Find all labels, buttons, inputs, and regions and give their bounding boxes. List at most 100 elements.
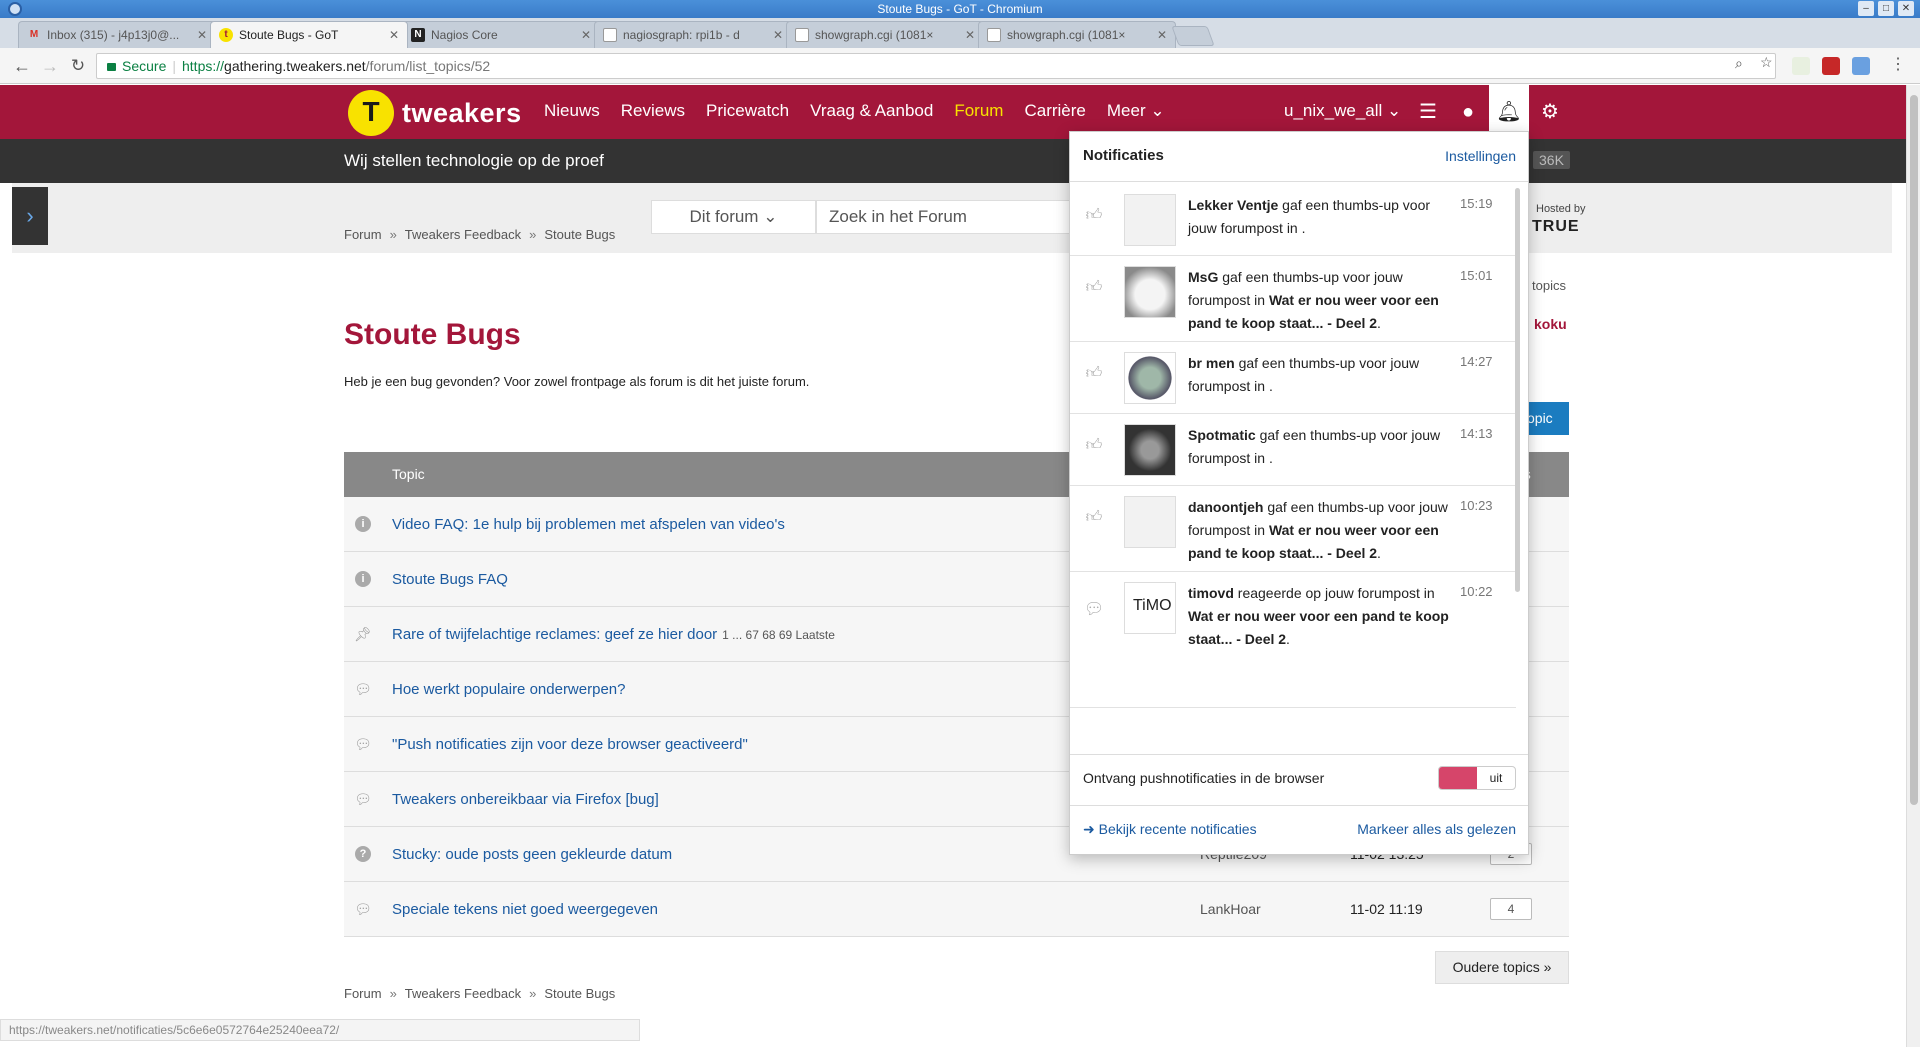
list-icon[interactable]: ☰ <box>1413 97 1443 127</box>
new-topic-button[interactable]: opic <box>1523 402 1569 435</box>
topic-title[interactable]: Hoe werkt populaire onderwerpen? <box>392 681 630 698</box>
table-row[interactable]: 💬︎ Speciale tekens niet goed weergegeven L… <box>344 882 1569 937</box>
older-topics-button[interactable]: Oudere topics » <box>1435 951 1569 984</box>
notification-user[interactable]: br men <box>1188 355 1235 371</box>
close-tab-icon[interactable]: ✕ <box>389 22 399 48</box>
tab-gmail[interactable]: M Inbox (315) - j4p13j0@... ✕ <box>18 21 216 48</box>
topic-title[interactable]: "Push notificaties zijn voor deze browse… <box>392 736 753 753</box>
topic-author[interactable]: LankHoar <box>1200 901 1261 917</box>
breadcrumb-feedback[interactable]: Tweakers Feedback <box>405 227 521 242</box>
tab-showgraph-2[interactable]: showgraph.cgi (1081× ✕ <box>978 21 1176 48</box>
back-icon[interactable]: ← <box>12 56 32 76</box>
notification-item[interactable]: 👍︎ Spotmatic gaf een thumbs-up voor jouw … <box>1070 414 1516 486</box>
topic-title-text[interactable]: "Push notificaties zijn voor deze browse… <box>392 736 748 753</box>
notifications-scrollbar[interactable] <box>1515 188 1520 592</box>
notification-user[interactable]: timovd <box>1188 585 1234 601</box>
user-menu[interactable]: u_nix_we_all ⌄ <box>1284 101 1401 121</box>
nav-nieuws[interactable]: Nieuws <box>544 101 600 121</box>
page-scrollbar-thumb[interactable] <box>1910 95 1918 805</box>
topic-pages[interactable]: 1 ... 67 68 69 Laatste <box>722 628 835 642</box>
nav-carriere[interactable]: Carrière <box>1024 101 1085 121</box>
close-tab-icon[interactable]: ✕ <box>1157 22 1167 48</box>
topic-title[interactable]: Stucky: oude posts geen gekleurde datum <box>392 846 677 863</box>
tab-showgraph-1[interactable]: showgraph.cgi (1081× ✕ <box>786 21 984 48</box>
notification-text[interactable]: danoontjeh gaf een thumbs-up voor jouw f… <box>1188 496 1450 565</box>
notification-user[interactable]: Lekker Ventje <box>1188 197 1278 213</box>
nav-forum[interactable]: Forum <box>954 101 1003 121</box>
breadcrumb-feedback[interactable]: Tweakers Feedback <box>405 986 521 1001</box>
topic-title[interactable]: Rare of twijfelachtige reclames: geef ze… <box>392 626 835 643</box>
close-tab-icon[interactable]: ✕ <box>965 22 975 48</box>
topic-title-text[interactable]: Tweakers onbereikbaar via Firefox [bug] <box>392 791 659 808</box>
sidebar-toggle-chevron-icon[interactable]: › <box>12 187 48 245</box>
notification-user[interactable]: MsG <box>1188 269 1218 285</box>
recent-notifications-link[interactable]: ➜ Bekijk recente notificaties <box>1083 821 1257 838</box>
breadcrumb-forum[interactable]: Forum <box>344 986 382 1001</box>
ublock-icon[interactable] <box>1822 57 1840 75</box>
push-toggle[interactable]: uit <box>1438 766 1516 790</box>
notifications-settings-link[interactable]: Instellingen <box>1445 148 1516 164</box>
zoom-icon[interactable]: ⌕ <box>1735 55 1743 72</box>
new-tab-button[interactable] <box>1171 26 1215 46</box>
reload-icon[interactable]: ↻ <box>68 56 88 76</box>
topic-title-text[interactable]: Speciale tekens niet goed weergegeven <box>392 901 658 918</box>
topic-date[interactable]: 11-02 11:19 <box>1350 901 1423 917</box>
breadcrumb-forum[interactable]: Forum <box>344 227 382 242</box>
forum-search-input[interactable]: Zoek in het Forum <box>816 200 1076 234</box>
forward-icon[interactable]: → <box>40 56 60 76</box>
moderator-name[interactable]: koku <box>1534 316 1567 332</box>
page-scrollbar[interactable] <box>1906 85 1920 1047</box>
notification-text[interactable]: br men gaf een thumbs-up voor jouw forum… <box>1188 352 1450 398</box>
notification-text[interactable]: timovd reageerde op jouw forumpost in Wa… <box>1188 582 1450 651</box>
topic-title-text[interactable]: Rare of twijfelachtige reclames: geef ze… <box>392 626 717 643</box>
forum-scope-select[interactable]: Dit forum ⌄ <box>651 200 816 234</box>
notification-item[interactable]: 👍︎ danoontjeh gaf een thumbs-up voor jouw… <box>1070 486 1516 572</box>
tab-nagios[interactable]: N Nagios Core ✕ <box>402 21 600 48</box>
notification-user[interactable]: Spotmatic <box>1188 427 1256 443</box>
topic-title-text[interactable]: Stucky: oude posts geen gekleurde datum <box>392 846 672 863</box>
topic-title[interactable]: Stoute Bugs FAQ <box>392 571 513 588</box>
bookmark-star-icon[interactable]: ☆ <box>1760 54 1773 71</box>
close-tab-icon[interactable]: ✕ <box>197 22 207 48</box>
bell-icon[interactable]: 🔔︎ <box>1494 97 1524 127</box>
notification-item[interactable]: 👍︎ Lekker Ventje gaf een thumbs-up voor j… <box>1070 184 1516 256</box>
notification-text[interactable]: Spotmatic gaf een thumbs-up voor jouw fo… <box>1188 424 1450 470</box>
notification-item[interactable]: 👍︎ MsG gaf een thumbs-up voor jouw forump… <box>1070 256 1516 342</box>
breadcrumb-stoute-bugs[interactable]: Stoute Bugs <box>544 986 615 1001</box>
topic-title[interactable]: Speciale tekens niet goed weergegeven <box>392 901 663 918</box>
avatar <box>1124 266 1176 318</box>
nav-reviews[interactable]: Reviews <box>621 101 685 121</box>
topic-title[interactable]: Tweakers onbereikbaar via Firefox [bug] <box>392 791 664 808</box>
mark-all-read-link[interactable]: Markeer alles als gelezen <box>1357 821 1516 837</box>
topic-title[interactable]: Video FAQ: 1e hulp bij problemen met afs… <box>392 516 790 533</box>
extension-icon[interactable] <box>1792 57 1810 75</box>
gear-icon[interactable]: ⚙ <box>1535 97 1565 127</box>
topic-title-text[interactable]: Hoe werkt populaire onderwerpen? <box>392 681 625 698</box>
close-tab-icon[interactable]: ✕ <box>773 22 783 48</box>
tweakers-logo[interactable]: tweakers <box>348 90 522 136</box>
notification-text[interactable]: Lekker Ventje gaf een thumbs-up voor jou… <box>1188 194 1450 240</box>
close-window-button[interactable]: ✕ <box>1898 1 1914 16</box>
nav-pricewatch[interactable]: Pricewatch <box>706 101 789 121</box>
notification-item[interactable]: 💬︎ TiMO timovd reageerde op jouw forumpost… <box>1070 572 1516 708</box>
menu-icon[interactable]: ⋮ <box>1890 54 1906 74</box>
topic-title-text[interactable]: Stoute Bugs FAQ <box>392 571 508 588</box>
nav-vraag-aanbod[interactable]: Vraag & Aanbod <box>810 101 933 121</box>
notification-text[interactable]: MsG gaf een thumbs-up voor jouw forumpos… <box>1188 266 1450 335</box>
notification-user[interactable]: danoontjeh <box>1188 499 1263 515</box>
address-bar[interactable]: Secure | https://gathering.tweakers.net/fo… <box>96 53 1776 79</box>
tab-stoute-bugs[interactable]: t Stoute Bugs - GoT ✕ <box>210 21 408 48</box>
translate-icon[interactable] <box>1852 57 1870 75</box>
chat-icon[interactable]: ● <box>1453 97 1483 127</box>
push-label: Ontvang pushnotificaties in de browser <box>1083 770 1325 786</box>
topic-title-text[interactable]: Video FAQ: 1e hulp bij problemen met afs… <box>392 516 785 533</box>
nav-meer[interactable]: Meer ⌄ <box>1107 101 1165 121</box>
close-tab-icon[interactable]: ✕ <box>581 22 591 48</box>
minimize-button[interactable]: – <box>1858 1 1874 16</box>
breadcrumb-stoute-bugs[interactable]: Stoute Bugs <box>544 227 615 242</box>
maximize-button[interactable]: □ <box>1878 1 1894 16</box>
notification-item[interactable]: 👍︎ br men gaf een thumbs-up voor jouw for… <box>1070 342 1516 414</box>
tab-nagiosgraph[interactable]: nagiosgraph: rpi1b - d ✕ <box>594 21 792 48</box>
topics-link[interactable]: topics <box>1532 278 1566 293</box>
notification-target[interactable]: Wat er nou weer voor een pand te koop st… <box>1188 608 1449 647</box>
